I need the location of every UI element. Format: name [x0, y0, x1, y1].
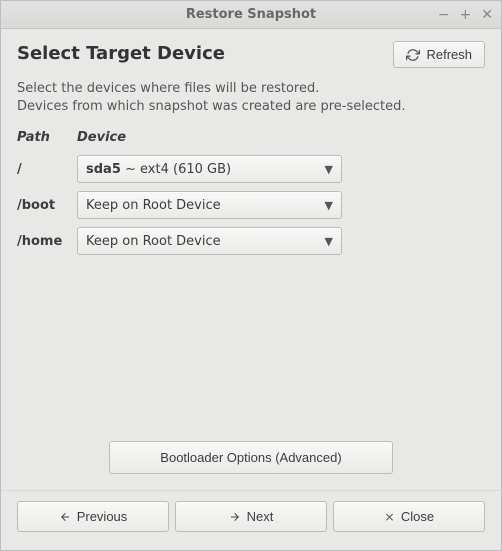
path-root: / — [17, 162, 71, 177]
desc-line1: Select the devices where files will be r… — [17, 80, 485, 98]
refresh-icon — [406, 48, 420, 62]
desc-line2: Devices from which snapshot was created … — [17, 98, 485, 116]
previous-button[interactable]: Previous — [17, 501, 169, 532]
device-value-boot: Keep on Root Device — [86, 198, 319, 213]
chevron-down-icon: ▼ — [325, 199, 333, 212]
description: Select the devices where files will be r… — [17, 80, 485, 116]
bootloader-label: Bootloader Options (Advanced) — [160, 450, 341, 465]
close-label: Close — [401, 509, 434, 524]
path-boot: /boot — [17, 198, 71, 213]
separator — [1, 490, 501, 491]
col-head-path: Path — [17, 130, 71, 147]
maximize-icon[interactable]: + — [460, 8, 472, 22]
bootloader-options-button[interactable]: Bootloader Options (Advanced) — [109, 441, 392, 474]
titlebar: Restore Snapshot − + ✕ — [1, 1, 501, 29]
chevron-down-icon: ▼ — [325, 163, 333, 176]
page-title: Select Target Device — [17, 43, 225, 64]
footer-buttons: Previous Next Close — [17, 501, 485, 542]
close-icon — [384, 511, 395, 522]
device-value-root: sda5 ~ ext4 (610 GB) — [86, 162, 319, 177]
arrow-left-icon — [59, 511, 71, 523]
window-controls: − + ✕ — [438, 8, 493, 22]
device-value-home: Keep on Root Device — [86, 234, 319, 249]
refresh-label: Refresh — [426, 47, 472, 62]
content-area: Select Target Device Refresh Select the … — [1, 29, 501, 550]
window: Restore Snapshot − + ✕ Select Target Dev… — [0, 0, 502, 551]
close-window-icon[interactable]: ✕ — [481, 8, 493, 22]
device-select-boot[interactable]: Keep on Root Device ▼ — [77, 191, 342, 219]
col-head-device: Device — [77, 130, 342, 147]
device-grid: Path Device / sda5 ~ ext4 (610 GB) ▼ /bo… — [17, 130, 485, 255]
header-row: Select Target Device Refresh — [17, 41, 485, 68]
close-button[interactable]: Close — [333, 501, 485, 532]
next-label: Next — [247, 509, 274, 524]
refresh-button[interactable]: Refresh — [393, 41, 485, 68]
chevron-down-icon: ▼ — [325, 235, 333, 248]
device-select-home[interactable]: Keep on Root Device ▼ — [77, 227, 342, 255]
window-title: Restore Snapshot — [1, 7, 501, 22]
path-home: /home — [17, 234, 71, 249]
previous-label: Previous — [77, 509, 128, 524]
next-button[interactable]: Next — [175, 501, 327, 532]
bootloader-row: Bootloader Options (Advanced) — [17, 441, 485, 474]
arrow-right-icon — [229, 511, 241, 523]
device-select-root[interactable]: sda5 ~ ext4 (610 GB) ▼ — [77, 155, 342, 183]
minimize-icon[interactable]: − — [438, 8, 450, 22]
